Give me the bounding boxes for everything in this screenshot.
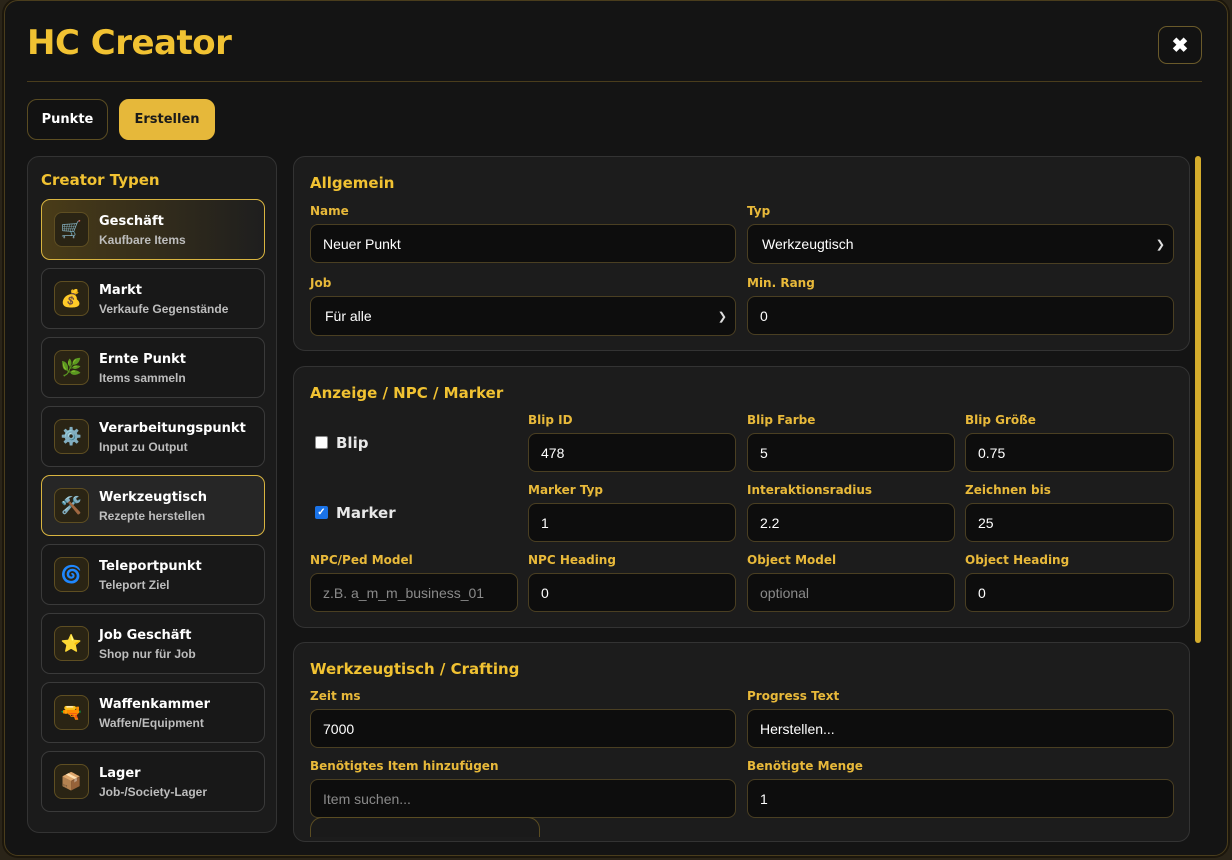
sidebar-item-geschaeft[interactable]: 🛒 Geschäft Kaufbare Items xyxy=(41,199,265,260)
creator-window: HC Creator ✖ Punkte Erstellen Creator Ty… xyxy=(4,0,1228,856)
anzeige-card: Anzeige / NPC / Marker Blip Blip ID 478 … xyxy=(293,366,1190,628)
object-heading-input[interactable]: 0 xyxy=(965,573,1174,612)
zeichnen-label: Zeichnen bis xyxy=(965,483,1051,497)
min-rang-label: Min. Rang xyxy=(747,276,815,290)
herb-icon: 🌿 xyxy=(54,350,89,385)
npc-heading-input[interactable]: 0 xyxy=(528,573,736,612)
sidebar-item-name: Geschäft xyxy=(99,214,164,229)
menge-label: Benötigte Menge xyxy=(747,759,863,773)
money-bag-icon: 💰 xyxy=(54,281,89,316)
sidebar-item-name: Lager xyxy=(99,766,141,781)
weapon-icon: 🔫 xyxy=(54,695,89,730)
radius-input[interactable]: 2.2 xyxy=(747,503,955,542)
item-search-input[interactable]: Item suchen... xyxy=(310,779,736,818)
sidebar-item-ernte-punkt[interactable]: 🌿 Ernte Punkt Items sammeln xyxy=(41,337,265,398)
sidebar-item-desc: Items sammeln xyxy=(99,371,186,385)
close-button[interactable]: ✖ xyxy=(1158,26,1202,64)
sidebar-item-name: Markt xyxy=(99,283,142,298)
blip-farbe-input[interactable]: 5 xyxy=(747,433,955,472)
sidebar-item-desc: Input zu Output xyxy=(99,440,188,454)
marker-typ-label: Marker Typ xyxy=(528,483,604,497)
job-select[interactable]: Für alle ❯ xyxy=(310,296,736,336)
marker-checkbox-label: Marker xyxy=(336,504,396,522)
sidebar-item-name: Verarbeitungspunkt xyxy=(99,421,246,436)
chevron-down-icon: ❯ xyxy=(1155,238,1165,251)
portal-icon: 🌀 xyxy=(54,557,89,592)
tools-icon: 🛠️ xyxy=(54,488,89,523)
sidebar-item-markt[interactable]: 💰 Markt Verkaufe Gegenstände xyxy=(41,268,265,329)
gear-icon: ⚙️ xyxy=(54,419,89,454)
npc-model-input[interactable]: z.B. a_m_m_business_01 xyxy=(310,573,518,612)
creator-types-sidebar: Creator Typen 🛒 Geschäft Kaufbare Items … xyxy=(27,156,277,833)
npc-heading-label: NPC Heading xyxy=(528,553,616,567)
sidebar-item-name: Werkzeugtisch xyxy=(99,490,208,505)
blip-id-input[interactable]: 478 xyxy=(528,433,736,472)
scrollbar-thumb[interactable] xyxy=(1195,156,1201,643)
card-title: Werkzeugtisch / Crafting xyxy=(310,660,520,678)
chevron-down-icon: ❯ xyxy=(717,310,727,323)
sidebar-item-name: Waffenkammer xyxy=(99,697,210,712)
menge-input[interactable]: 1 xyxy=(747,779,1174,818)
sidebar-item-name: Teleportpunkt xyxy=(99,559,202,574)
crafting-card: Werkzeugtisch / Crafting Zeit ms 7000 Pr… xyxy=(293,642,1190,842)
npc-model-label: NPC/Ped Model xyxy=(310,553,413,567)
min-rang-input[interactable]: 0 xyxy=(747,296,1174,335)
sidebar-item-waffenkammer[interactable]: 🔫 Waffenkammer Waffen/Equipment xyxy=(41,682,265,743)
radius-label: Interaktionsradius xyxy=(747,483,873,497)
job-select-value: Für alle xyxy=(325,308,372,324)
sidebar-item-werkzeugtisch[interactable]: 🛠️ Werkzeugtisch Rezepte herstellen xyxy=(41,475,265,536)
blip-farbe-label: Blip Farbe xyxy=(747,413,816,427)
zeit-label: Zeit ms xyxy=(310,689,361,703)
sidebar-item-name: Job Geschäft xyxy=(99,628,192,643)
name-input[interactable]: Neuer Punkt xyxy=(310,224,736,263)
card-title: Anzeige / NPC / Marker xyxy=(310,384,504,402)
sidebar-item-desc: Teleport Ziel xyxy=(99,578,170,592)
blip-groesse-input[interactable]: 0.75 xyxy=(965,433,1174,472)
marker-typ-input[interactable]: 1 xyxy=(528,503,736,542)
marker-checkbox[interactable]: ✓ xyxy=(315,506,328,519)
sidebar-item-desc: Waffen/Equipment xyxy=(99,716,204,730)
sidebar-item-desc: Shop nur für Job xyxy=(99,647,196,661)
blip-checkbox-label: Blip xyxy=(336,434,369,452)
object-model-input[interactable]: optional xyxy=(747,573,955,612)
progress-text-label: Progress Text xyxy=(747,689,840,703)
blip-id-label: Blip ID xyxy=(528,413,573,427)
item-label: Benötigtes Item hinzufügen xyxy=(310,759,499,773)
package-icon: 📦 xyxy=(54,764,89,799)
star-icon: ⭐ xyxy=(54,626,89,661)
close-icon: ✖ xyxy=(1171,34,1189,57)
sidebar-item-desc: Rezepte herstellen xyxy=(99,509,206,523)
typ-select-value: Werkzeugtisch xyxy=(762,236,854,252)
object-heading-label: Object Heading xyxy=(965,553,1070,567)
sidebar-item-teleportpunkt[interactable]: 🌀 Teleportpunkt Teleport Ziel xyxy=(41,544,265,605)
sidebar-item-verarbeitungspunkt[interactable]: ⚙️ Verarbeitungspunkt Input zu Output xyxy=(41,406,265,467)
tab-punkte[interactable]: Punkte xyxy=(27,99,108,140)
job-label: Job xyxy=(310,276,332,290)
blip-groesse-label: Blip Größe xyxy=(965,413,1036,427)
sidebar-title: Creator Typen xyxy=(41,171,160,189)
allgemein-card: Allgemein Name Neuer Punkt Typ Werkzeugt… xyxy=(293,156,1190,351)
sidebar-item-job-geschaeft[interactable]: ⭐ Job Geschäft Shop nur für Job xyxy=(41,613,265,674)
blip-checkbox[interactable] xyxy=(315,436,328,449)
name-label: Name xyxy=(310,204,349,218)
sidebar-item-name: Ernte Punkt xyxy=(99,352,187,367)
sidebar-item-desc: Verkaufe Gegenstände xyxy=(99,302,229,316)
header-divider xyxy=(27,81,1202,82)
typ-select[interactable]: Werkzeugtisch ❯ xyxy=(747,224,1174,264)
object-model-label: Object Model xyxy=(747,553,837,567)
sidebar-item-lager[interactable]: 📦 Lager Job-/Society-Lager xyxy=(41,751,265,812)
cart-icon: 🛒 xyxy=(54,212,89,247)
tab-erstellen[interactable]: Erstellen xyxy=(119,99,215,140)
app-title: HC Creator xyxy=(27,23,232,63)
progress-text-input[interactable]: Herstellen... xyxy=(747,709,1174,748)
card-title: Allgemein xyxy=(310,174,395,192)
sidebar-item-desc: Kaufbare Items xyxy=(99,233,186,247)
zeichnen-input[interactable]: 25 xyxy=(965,503,1174,542)
add-item-button[interactable] xyxy=(310,817,540,837)
typ-label: Typ xyxy=(747,204,771,218)
zeit-input[interactable]: 7000 xyxy=(310,709,736,748)
sidebar-item-desc: Job-/Society-Lager xyxy=(99,785,208,799)
